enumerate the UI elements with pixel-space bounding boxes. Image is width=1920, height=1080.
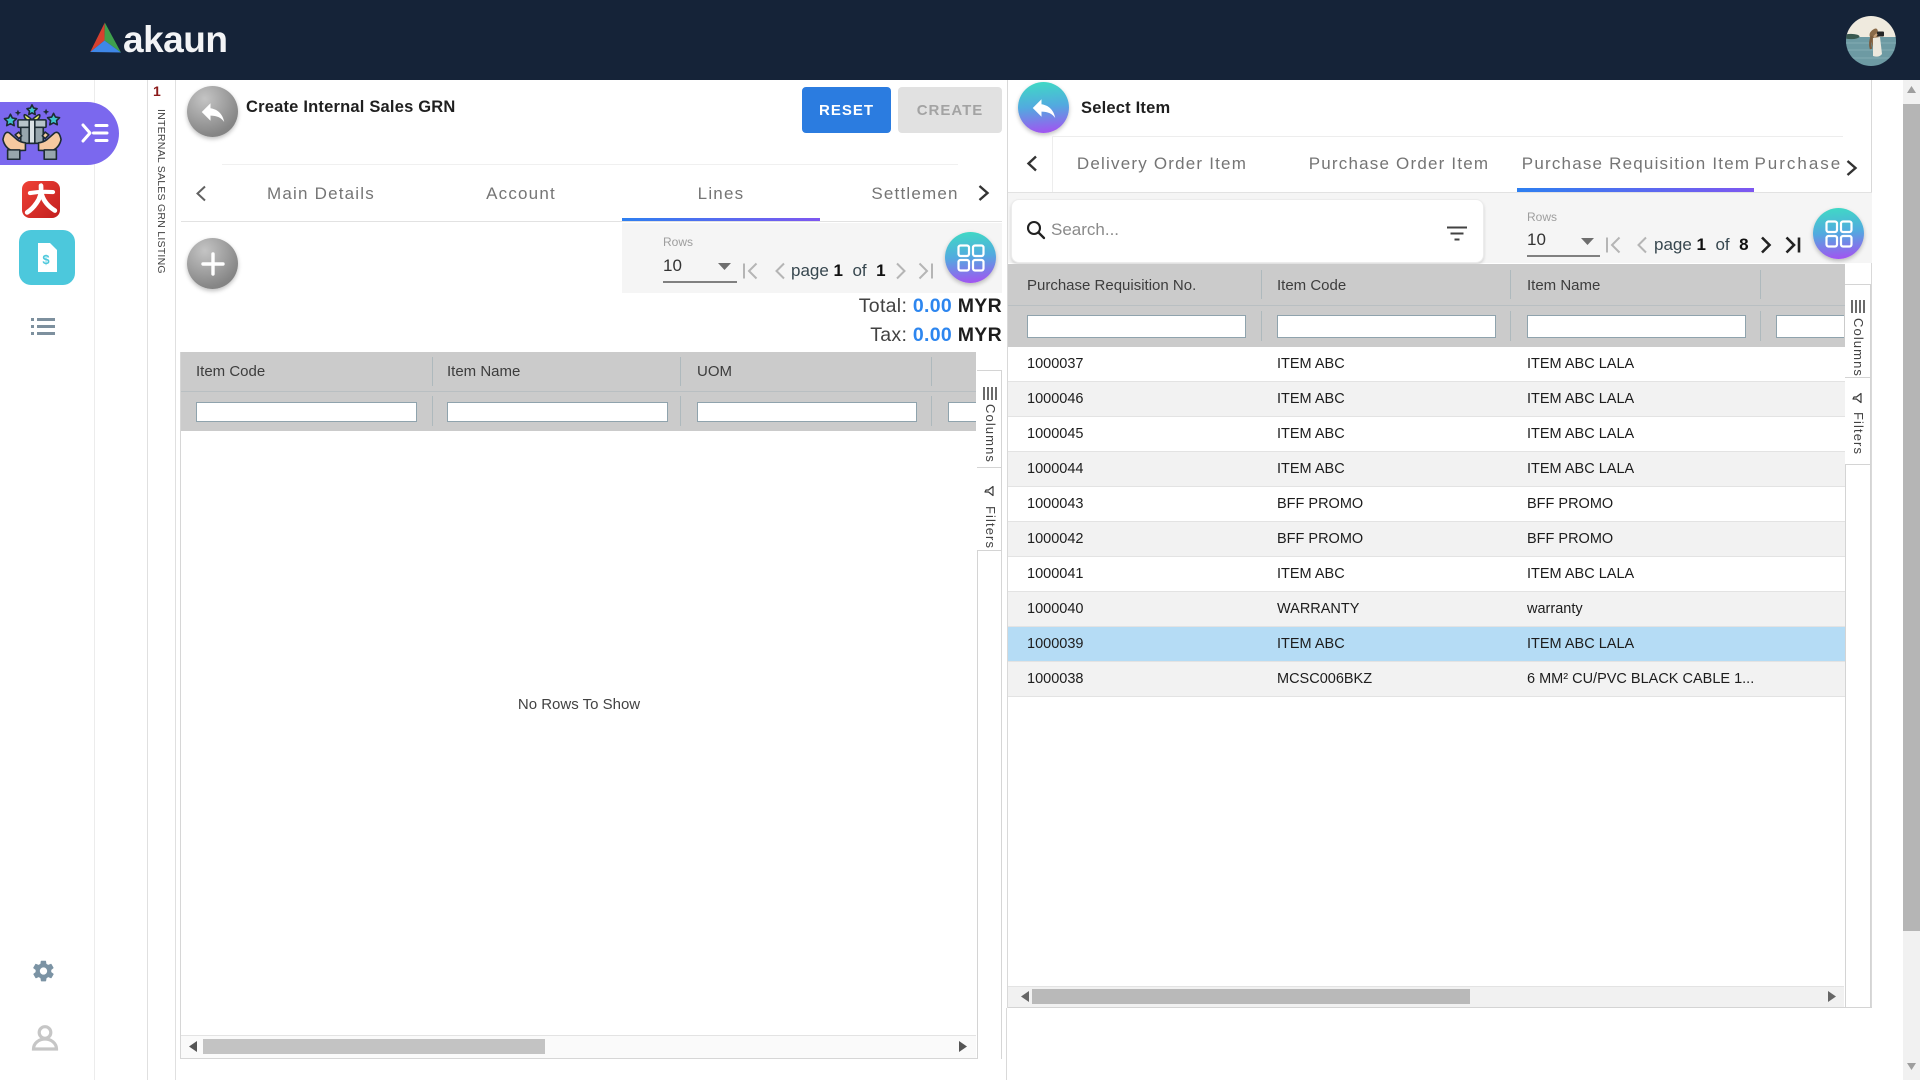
svg-text:$: $: [42, 252, 50, 267]
